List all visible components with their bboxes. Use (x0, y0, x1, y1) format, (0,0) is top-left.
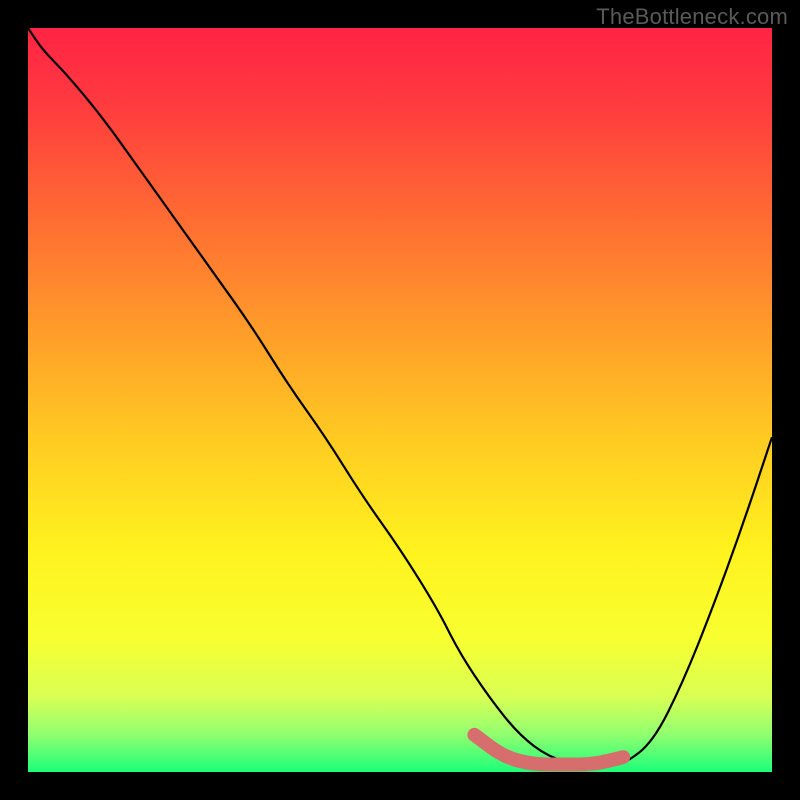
gradient-background (28, 28, 772, 772)
watermark-text: TheBottleneck.com (596, 4, 788, 30)
chart-container (28, 28, 772, 772)
bottleneck-chart (28, 28, 772, 772)
